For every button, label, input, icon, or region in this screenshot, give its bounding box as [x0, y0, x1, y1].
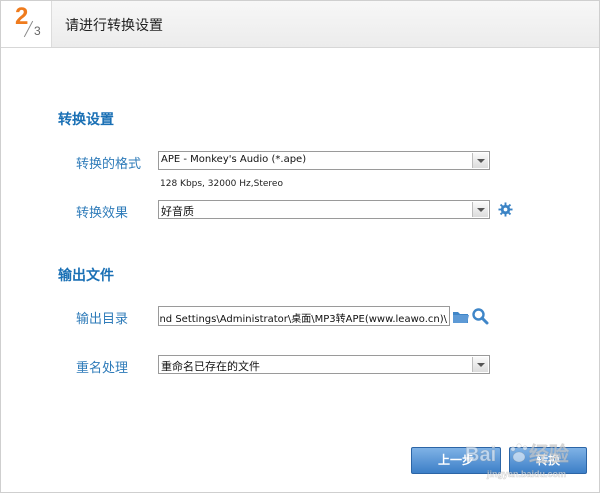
convert-button[interactable]: 转换	[509, 447, 587, 474]
effect-label: 转换效果	[76, 206, 129, 221]
step-current: 2	[15, 3, 29, 30]
rename-label: 重名处理	[76, 361, 129, 376]
rename-select[interactable]: 重命名已存在的文件	[158, 355, 490, 374]
format-info: 128 Kbps, 32000 Hz,Stereo	[160, 179, 283, 189]
effect-select-value: 好音质	[161, 205, 194, 218]
prev-button[interactable]: 上一步	[411, 447, 501, 474]
folder-icon[interactable]	[452, 306, 470, 326]
conversion-settings-window: 2 3 请进行转换设置 转换设置 转换的格式 APE - Monkey's Au…	[0, 0, 600, 493]
format-select[interactable]: APE - Monkey's Audio (*.ape)	[158, 151, 490, 170]
chevron-down-icon[interactable]	[472, 153, 488, 168]
format-label: 转换的格式	[76, 157, 142, 172]
gear-icon[interactable]	[498, 202, 513, 217]
step-total: 3	[34, 24, 41, 38]
chevron-down-icon[interactable]	[472, 357, 488, 372]
output-section-title: 输出文件	[58, 268, 114, 284]
step-indicator: 2 3	[1, 1, 52, 47]
output-dir-value: ocuments and Settings\Administrator\桌面\M…	[159, 314, 447, 325]
search-icon[interactable]	[471, 306, 489, 326]
chevron-down-icon[interactable]	[472, 202, 488, 217]
wizard-header: 2 3 请进行转换设置	[1, 1, 599, 48]
output-dir-label: 输出目录	[76, 312, 129, 327]
conversion-section-title: 转换设置	[58, 112, 114, 128]
rename-select-value: 重命名已存在的文件	[161, 360, 260, 373]
output-dir-input[interactable]: ocuments and Settings\Administrator\桌面\M…	[158, 306, 450, 326]
effect-select[interactable]: 好音质	[158, 200, 490, 219]
format-select-value: APE - Monkey's Audio (*.ape)	[161, 154, 307, 165]
page-title: 请进行转换设置	[65, 18, 163, 34]
